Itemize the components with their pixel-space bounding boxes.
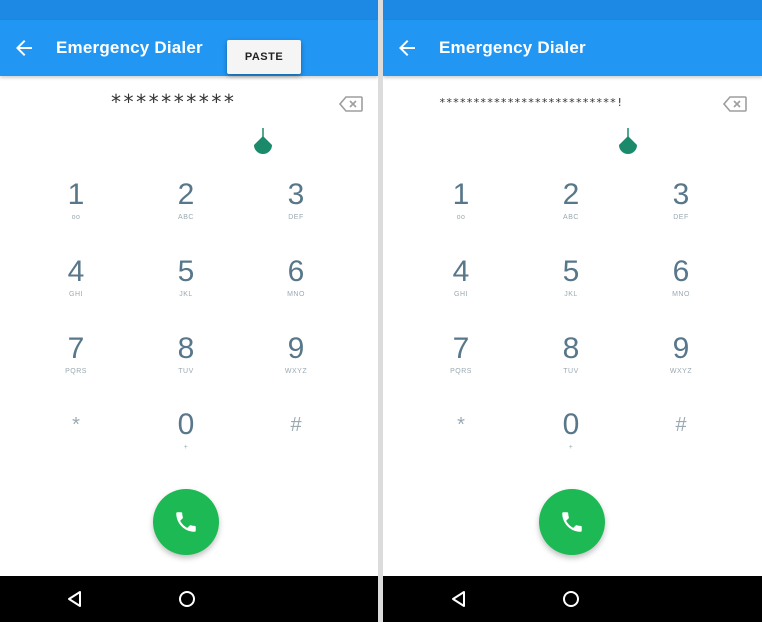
key-letters: ABC — [178, 214, 194, 221]
key-digit: 7 — [67, 332, 85, 365]
key-digit: 3 — [672, 178, 690, 211]
call-button[interactable] — [153, 489, 219, 555]
key-letters: GHI — [69, 291, 83, 298]
nav-back-icon[interactable] — [65, 589, 85, 609]
key-0[interactable]: 0 + — [146, 408, 226, 478]
digits-field[interactable]: ********** — [0, 76, 378, 154]
status-bar — [0, 0, 378, 20]
dialer-screen-left: Emergency Dialer PASTE ********** 1 oo 2… — [0, 0, 378, 622]
key-digit: 6 — [672, 255, 690, 288]
digits-text: ********** — [110, 90, 236, 114]
key-6[interactable]: 6 MNO — [256, 255, 336, 325]
key-letters: TUV — [178, 368, 194, 375]
key-letters: DEF — [673, 214, 689, 221]
key-digit: 2 — [562, 178, 580, 211]
key-letters: DEF — [288, 214, 304, 221]
key-digit: 9 — [287, 332, 305, 365]
key-7[interactable]: 7 PQRS — [421, 332, 501, 402]
key-9[interactable]: 9 WXYZ — [256, 332, 336, 402]
key-digit: # — [290, 414, 302, 436]
key-digit: # — [675, 414, 687, 436]
key-7[interactable]: 7 PQRS — [36, 332, 116, 402]
key-3[interactable]: 3 DEF — [641, 178, 721, 248]
key-digit: 4 — [67, 255, 85, 288]
key-6[interactable]: 6 MNO — [641, 255, 721, 325]
nav-home-icon[interactable] — [177, 589, 197, 609]
key-1[interactable]: 1 oo — [36, 178, 116, 248]
key-digit: 3 — [287, 178, 305, 211]
backspace-icon[interactable] — [339, 96, 363, 112]
key-8[interactable]: 8 TUV — [531, 332, 611, 402]
key-letters: JKL — [564, 291, 578, 298]
key-letters: JKL — [179, 291, 193, 298]
key-letters: GHI — [454, 291, 468, 298]
key-letters: MNO — [672, 291, 690, 298]
key-digit: 0 — [562, 408, 580, 441]
key-letters: WXYZ — [669, 368, 693, 375]
key-letters: MNO — [287, 291, 305, 298]
key-digit: 5 — [177, 255, 195, 288]
key-digit: 5 — [562, 255, 580, 288]
key-digit: 0 — [177, 408, 195, 441]
key-hash[interactable]: # — [256, 408, 336, 478]
navigation-bar — [0, 576, 378, 622]
call-button[interactable] — [539, 489, 605, 555]
caret-handle-icon[interactable] — [617, 128, 639, 158]
paste-button[interactable]: PASTE — [227, 40, 301, 74]
key-letters: ABC — [563, 214, 579, 221]
key-digit: 1 — [452, 178, 470, 211]
key-0[interactable]: 0 + — [531, 408, 611, 478]
key-digit: 9 — [672, 332, 690, 365]
key-8[interactable]: 8 TUV — [146, 332, 226, 402]
key-1[interactable]: 1 oo — [421, 178, 501, 248]
navigation-bar — [383, 576, 762, 622]
nav-back-icon[interactable] — [449, 589, 469, 609]
key-letters: PQRS — [65, 368, 87, 375]
page-title: Emergency Dialer — [56, 38, 203, 57]
key-digit: 6 — [287, 255, 305, 288]
key-hash[interactable]: # — [641, 408, 721, 478]
key-letters: + — [183, 444, 189, 451]
key-2[interactable]: 2 ABC — [531, 178, 611, 248]
key-5[interactable]: 5 JKL — [531, 255, 611, 325]
back-arrow-icon[interactable] — [395, 36, 419, 60]
key-star[interactable]: * — [36, 408, 116, 478]
key-digit: 8 — [177, 332, 195, 365]
caret-handle-icon[interactable] — [252, 128, 274, 158]
key-letters: PQRS — [450, 368, 472, 375]
key-letters: + — [568, 444, 574, 451]
phone-icon — [562, 512, 582, 532]
key-letters: oo — [71, 214, 81, 221]
app-bar: Emergency Dialer — [0, 20, 378, 76]
key-digit: 2 — [177, 178, 195, 211]
key-3[interactable]: 3 DEF — [256, 178, 336, 248]
key-letters: oo — [456, 214, 466, 221]
nav-home-icon[interactable] — [561, 589, 581, 609]
key-digit: 1 — [67, 178, 85, 211]
key-2[interactable]: 2 ABC — [146, 178, 226, 248]
key-4[interactable]: 4 GHI — [421, 255, 501, 325]
key-digit: * — [72, 414, 80, 436]
digits-field[interactable]: **************************! — [383, 76, 762, 154]
status-bar — [383, 0, 762, 20]
key-letters: WXYZ — [284, 368, 308, 375]
key-9[interactable]: 9 WXYZ — [641, 332, 721, 402]
key-4[interactable]: 4 GHI — [36, 255, 116, 325]
key-5[interactable]: 5 JKL — [146, 255, 226, 325]
key-letters: TUV — [563, 368, 579, 375]
key-digit: * — [457, 414, 465, 436]
backspace-icon[interactable] — [723, 96, 747, 112]
page-title: Emergency Dialer — [439, 38, 586, 57]
key-digit: 4 — [452, 255, 470, 288]
key-digit: 7 — [452, 332, 470, 365]
dial-keypad: 1 oo 2 ABC 3 DEF 4 GHI 5 JKL 6 MNO 7 PQR… — [383, 160, 762, 460]
digits-text: **************************! — [439, 96, 624, 109]
back-arrow-icon[interactable] — [12, 36, 36, 60]
app-bar: Emergency Dialer — [383, 20, 762, 76]
key-star[interactable]: * — [421, 408, 501, 478]
dialer-screen-right: Emergency Dialer ***********************… — [383, 0, 762, 622]
dial-keypad: 1 oo 2 ABC 3 DEF 4 GHI 5 JKL 6 MNO 7 PQR… — [0, 160, 378, 460]
phone-icon — [176, 512, 196, 532]
key-digit: 8 — [562, 332, 580, 365]
